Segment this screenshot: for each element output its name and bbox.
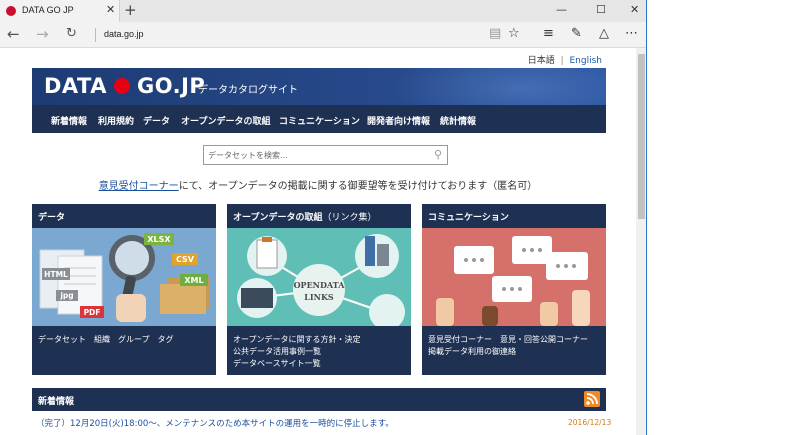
menu-item-initiatives[interactable]: オープンデータの取組 bbox=[181, 114, 270, 127]
opendata-links-illustration: OPENDATA LINKS bbox=[227, 228, 411, 326]
policy-link[interactable]: オープンデータに関する方針・決定 bbox=[233, 334, 361, 346]
opinion-answer-link[interactable]: 意見・回答公開コーナー bbox=[500, 335, 588, 344]
address-bar[interactable]: data.go.jp bbox=[104, 29, 144, 39]
news-title: 新着情報 bbox=[38, 397, 75, 407]
links-label: LINKS bbox=[304, 292, 334, 302]
reading-view-icon[interactable]: ▤ bbox=[489, 26, 501, 41]
menu-item-news[interactable]: 新着情報 bbox=[51, 114, 87, 127]
dataset-search-input[interactable]: データセットを検索... ⚲ bbox=[203, 145, 448, 165]
feedback-corner-link[interactable]: 意見受付コーナー bbox=[99, 181, 179, 192]
menu-item-developers[interactable]: 開発者向け情報 bbox=[367, 114, 430, 127]
lang-japanese-link[interactable]: 日本語 bbox=[528, 56, 555, 66]
menu-item-terms[interactable]: 利用規約 bbox=[98, 114, 134, 127]
card-communication[interactable]: コミュニケーション 意見受付コーナー 意見・回答公開コーナー 掲載データ利用の御… bbox=[422, 204, 606, 375]
more-icon[interactable]: ⋯ bbox=[625, 26, 638, 41]
tab-title: DATA GO JP bbox=[22, 5, 74, 15]
logo-text-gojp: GO.JP bbox=[137, 74, 206, 98]
dataset-link[interactable]: データセット bbox=[38, 335, 86, 344]
database-sites-link[interactable]: データベースサイト一覧 bbox=[233, 358, 361, 370]
lang-separator: | bbox=[560, 56, 564, 66]
minimize-button[interactable]: — bbox=[556, 3, 567, 16]
site-subtitle: データカタログサイト bbox=[198, 85, 298, 96]
notice-text: 意見受付コーナーにて、オープンデータの掲載に関する御要望等を受け付けております（… bbox=[0, 177, 636, 192]
card-title-sub: （リンク集） bbox=[322, 213, 377, 223]
global-menu: 新着情報 利用規約 データ オープンデータの取組 コミュニケーション 開発者向け… bbox=[32, 105, 606, 133]
tab-bar: DATA GO JP ✕ + — ☐ ✕ bbox=[0, 0, 646, 22]
menu-item-communication[interactable]: コミュニケーション bbox=[279, 114, 360, 127]
news-date: 2016/12/13 bbox=[568, 418, 612, 427]
maximize-button[interactable]: ☐ bbox=[596, 3, 606, 16]
menu-item-statistics[interactable]: 統計情報 bbox=[440, 114, 476, 127]
navigation-bar: ← → ↻ data.go.jp ▤ ☆ ≡ ✎ △ ⋯ bbox=[0, 22, 646, 48]
web-page: 日本語 | English DATA GO.JP データカタログサイト 新着情報 … bbox=[0, 48, 636, 435]
search-placeholder: データセットを検索... bbox=[208, 151, 288, 160]
card-title: データ bbox=[38, 213, 66, 223]
card-data[interactable]: データ XLSX CSV XML HTML jpg PDF データセット 組織 … bbox=[32, 204, 216, 375]
xlsx-label: XLSX bbox=[147, 235, 171, 244]
data-usage-contact-link[interactable]: 掲載データ利用の御連絡 bbox=[428, 346, 596, 358]
site-logo[interactable]: DATA GO.JP bbox=[44, 74, 205, 98]
csv-label: CSV bbox=[176, 255, 195, 264]
jpg-label: jpg bbox=[59, 291, 73, 300]
new-tab-button[interactable]: + bbox=[124, 1, 137, 19]
tag-link[interactable]: タグ bbox=[158, 335, 174, 344]
favicon-icon bbox=[6, 6, 16, 16]
forward-arrow-icon[interactable]: → bbox=[36, 25, 49, 43]
web-note-icon[interactable]: ✎ bbox=[571, 26, 582, 41]
organization-link[interactable]: 組織 bbox=[94, 335, 110, 344]
scrollbar-thumb[interactable] bbox=[638, 54, 645, 219]
favorite-star-icon[interactable]: ☆ bbox=[508, 26, 520, 41]
browser-window: DATA GO JP ✕ + — ☐ ✕ ← → ↻ data.go.jp ▤ … bbox=[0, 0, 647, 435]
case-studies-link[interactable]: 公共データ活用事例一覧 bbox=[233, 346, 361, 358]
html-label: HTML bbox=[44, 270, 68, 279]
card-title-main: オープンデータの取組 bbox=[233, 213, 323, 223]
feedback-corner-card-link[interactable]: 意見受付コーナー bbox=[428, 335, 492, 344]
card-links: 意見受付コーナー 意見・回答公開コーナー 掲載データ利用の御連絡 bbox=[428, 334, 596, 358]
xml-label: XML bbox=[184, 276, 203, 285]
card-title: コミュニケーション bbox=[428, 213, 509, 223]
hub-icon[interactable]: ≡ bbox=[543, 26, 554, 41]
communication-illustration bbox=[422, 228, 606, 326]
back-arrow-icon[interactable]: ← bbox=[7, 25, 20, 43]
menu-item-data[interactable]: データ bbox=[143, 114, 170, 127]
site-banner: DATA GO.JP データカタログサイト bbox=[32, 68, 606, 105]
vertical-scrollbar[interactable] bbox=[636, 48, 646, 435]
pdf-label: PDF bbox=[84, 308, 101, 317]
group-link[interactable]: グループ bbox=[118, 335, 150, 344]
address-divider bbox=[95, 28, 96, 42]
red-circle-logo-icon bbox=[114, 78, 131, 94]
card-initiatives[interactable]: オープンデータの取組（リンク集） OPENDATA LINKS オープンデータに… bbox=[227, 204, 411, 375]
card-links: オープンデータに関する方針・決定 公共データ活用事例一覧 データベースサイト一覧 bbox=[233, 334, 361, 370]
search-icon[interactable]: ⚲ bbox=[434, 148, 442, 161]
opendata-label: OPENDATA bbox=[294, 280, 346, 290]
close-tab-icon[interactable]: ✕ bbox=[106, 3, 115, 16]
language-switch: 日本語 | English bbox=[528, 53, 602, 66]
lang-english-link[interactable]: English bbox=[570, 56, 603, 66]
news-header: 新着情報 bbox=[32, 388, 606, 411]
browser-tab[interactable]: DATA GO JP ✕ bbox=[0, 0, 120, 22]
notice-body: にて、オープンデータの掲載に関する御要望等を受け付けております（匿名可） bbox=[178, 181, 538, 192]
close-window-button[interactable]: ✕ bbox=[630, 3, 639, 16]
card-links: データセット 組織 グループ タグ bbox=[38, 334, 182, 346]
logo-text-data: DATA bbox=[44, 74, 108, 98]
data-files-illustration: XLSX CSV XML HTML jpg PDF bbox=[32, 228, 216, 326]
refresh-icon[interactable]: ↻ bbox=[66, 26, 77, 41]
card-title: オープンデータの取組（リンク集） bbox=[233, 210, 376, 223]
rss-icon[interactable] bbox=[584, 391, 600, 407]
news-item-link[interactable]: （完了）12月20日(火)18:00～、メンテナンスのため本サイトの運用を一時的… bbox=[36, 417, 394, 429]
share-icon[interactable]: △ bbox=[599, 26, 609, 41]
